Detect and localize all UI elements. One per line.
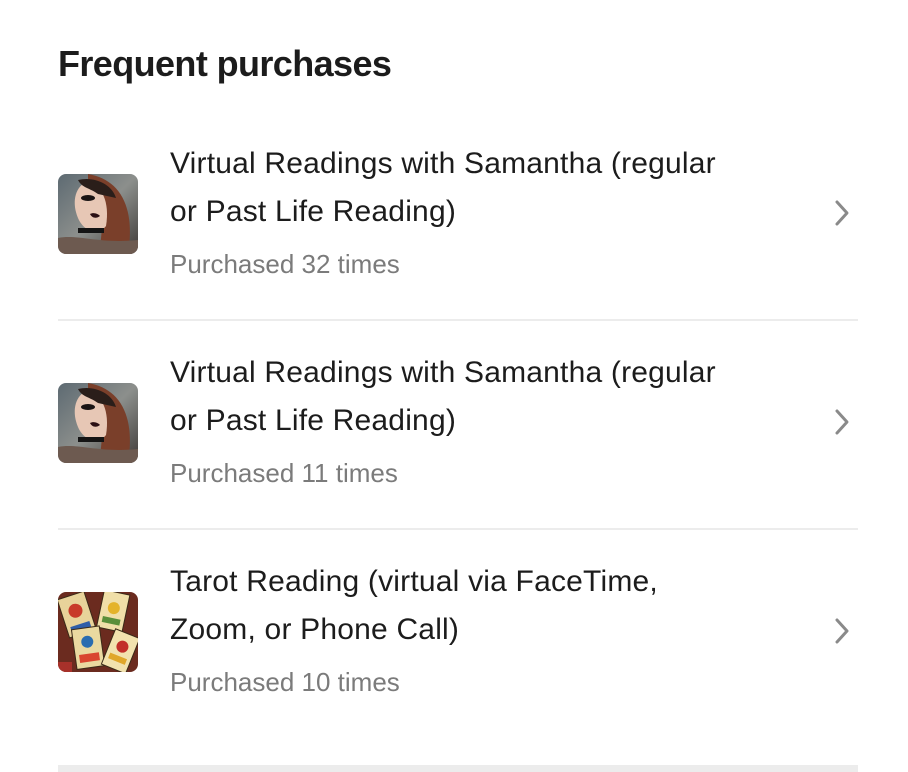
item-title-line-1: Virtual Readings with Samantha (regular [170, 147, 716, 180]
list-item[interactable]: Virtual Readings with Samantha (regular … [58, 321, 858, 530]
portrait-image [58, 174, 138, 254]
section-title: Frequent purchases [58, 43, 392, 84]
chevron-right-icon[interactable] [832, 198, 852, 228]
section-divider [58, 765, 858, 772]
tarot-thumbnail [58, 592, 138, 672]
item-title-line-1: Virtual Readings with Samantha (regular [170, 356, 716, 389]
purchase-count: Purchased 10 times [170, 667, 400, 697]
tarot-cards-image [58, 592, 138, 672]
item-title-line-1: Tarot Reading (virtual via FaceTime, [170, 565, 658, 598]
list-item[interactable]: Tarot Reading (virtual via FaceTime, Zoo… [58, 530, 858, 737]
chevron-right-icon[interactable] [832, 407, 852, 437]
item-title-line-2: Zoom, or Phone Call) [170, 613, 460, 646]
purchase-count: Purchased 32 times [170, 249, 400, 279]
item-title-line-2: or Past Life Reading) [170, 195, 457, 228]
portrait-thumbnail [58, 383, 138, 463]
purchase-count: Purchased 11 times [170, 458, 398, 488]
item-text: Virtual Readings with Samantha (regular … [170, 349, 800, 493]
item-text: Tarot Reading (virtual via FaceTime, Zoo… [170, 558, 800, 702]
chevron-right-icon[interactable] [832, 616, 852, 646]
item-text: Virtual Readings with Samantha (regular … [170, 140, 800, 284]
portrait-thumbnail [58, 174, 138, 254]
frequent-purchases-list: Virtual Readings with Samantha (regular … [58, 112, 858, 737]
list-item[interactable]: Virtual Readings with Samantha (regular … [58, 112, 858, 321]
portrait-image [58, 383, 138, 463]
item-title-line-2: or Past Life Reading) [170, 404, 457, 437]
